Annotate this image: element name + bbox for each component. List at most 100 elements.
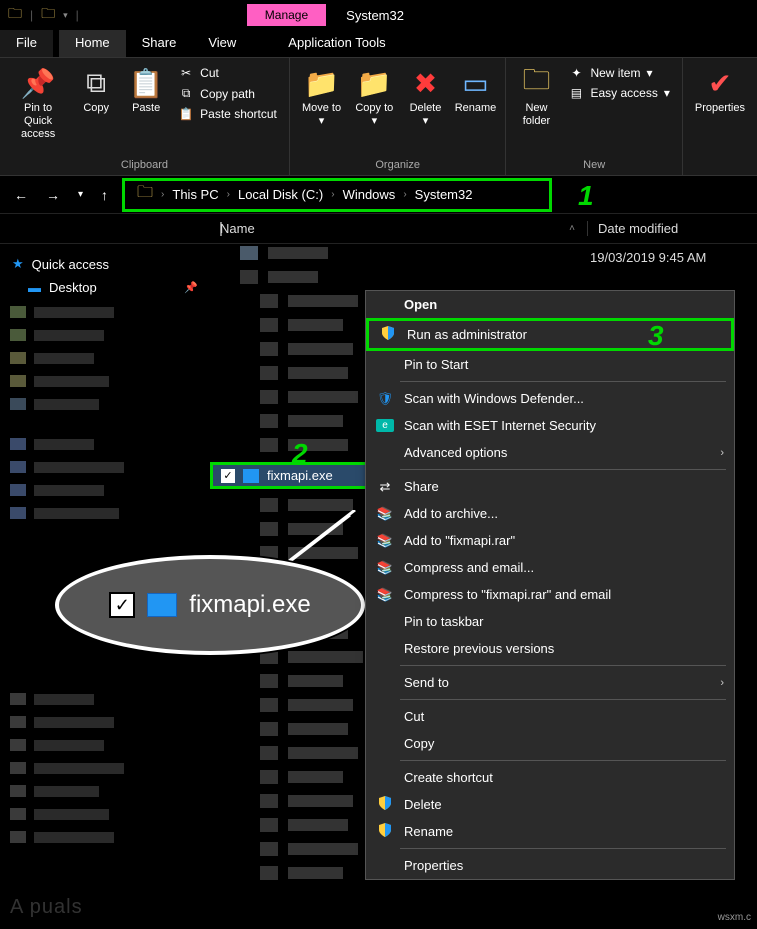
list-item[interactable] — [260, 768, 343, 786]
menu-compress-rar-email[interactable]: 📚Compress to "fixmapi.rar" and email — [366, 581, 734, 608]
chevron-right-icon[interactable]: › — [161, 189, 164, 200]
tab-home[interactable]: Home — [59, 30, 126, 57]
menu-cut[interactable]: Cut — [366, 703, 734, 730]
folder-icon[interactable]: 🗀 — [41, 3, 55, 27]
list-item[interactable] — [240, 244, 328, 262]
menu-create-shortcut[interactable]: Create shortcut — [366, 764, 734, 791]
list-item[interactable] — [10, 371, 200, 391]
pin-icon: 📌 — [21, 66, 56, 100]
menu-advanced-options[interactable]: Advanced options› — [366, 439, 734, 466]
tab-file[interactable]: File — [0, 30, 53, 57]
list-item[interactable] — [10, 348, 200, 368]
menu-send-to[interactable]: Send to› — [366, 669, 734, 696]
copy-to-button[interactable]: 📁 Copy to ▾ — [349, 62, 399, 132]
list-item[interactable] — [260, 696, 353, 714]
menu-restore-versions[interactable]: Restore previous versions — [366, 635, 734, 662]
desktop-item[interactable]: ▬ Desktop 📌 — [10, 276, 200, 299]
file-checkbox[interactable]: ✓ — [221, 469, 235, 483]
breadcrumb-item[interactable]: This PC — [172, 187, 218, 202]
menu-pin-taskbar[interactable]: Pin to taskbar — [366, 608, 734, 635]
address-bar[interactable]: 🗀 › This PC › Local Disk (C:) › Windows … — [122, 178, 552, 212]
forward-button[interactable]: → — [42, 183, 64, 207]
list-item[interactable] — [10, 712, 200, 732]
list-item[interactable] — [260, 672, 343, 690]
list-item[interactable] — [10, 689, 200, 709]
list-item[interactable] — [260, 292, 358, 310]
list-item[interactable] — [260, 816, 348, 834]
cut-button[interactable]: ✂Cut — [174, 64, 281, 82]
menu-open[interactable]: Open — [366, 291, 734, 318]
list-item[interactable] — [10, 302, 200, 322]
selected-file-row[interactable]: ✓ fixmapi.exe — [210, 462, 370, 489]
list-item[interactable] — [260, 840, 358, 858]
file-name: fixmapi.exe — [267, 468, 333, 483]
menu-scan-eset[interactable]: eScan with ESET Internet Security — [366, 412, 734, 439]
tab-application-tools[interactable]: Application Tools — [272, 30, 401, 57]
new-item-button[interactable]: ✦New item ▾ — [564, 64, 673, 82]
tab-view[interactable]: View — [192, 30, 252, 57]
list-item[interactable] — [260, 412, 343, 430]
chevron-right-icon[interactable]: › — [403, 189, 406, 200]
recent-dropdown[interactable]: ▾ — [74, 185, 87, 204]
back-button[interactable]: ← — [10, 183, 32, 207]
list-item[interactable] — [10, 804, 200, 824]
menu-scan-defender[interactable]: 🛡Scan with Windows Defender... — [366, 385, 734, 412]
quick-access-item[interactable]: ★ Quick access — [10, 252, 200, 276]
list-item[interactable] — [10, 434, 200, 454]
manage-contextual-tab[interactable]: Manage — [247, 4, 326, 26]
paste-shortcut-button[interactable]: 📋Paste shortcut — [174, 105, 281, 123]
menu-share[interactable]: ⇄Share — [366, 473, 734, 500]
list-item[interactable] — [10, 325, 200, 345]
list-item[interactable] — [260, 316, 343, 334]
new-folder-button[interactable]: 🗀 New folder — [512, 62, 560, 132]
paste-button[interactable]: 📋 Paste — [122, 62, 170, 119]
list-item[interactable] — [260, 864, 343, 882]
copy-button[interactable]: ⧉ Copy — [72, 62, 120, 119]
new-item-icon: ✦ — [568, 66, 584, 80]
breadcrumb-item[interactable]: Local Disk (C:) — [238, 187, 323, 202]
menu-copy[interactable]: Copy — [366, 730, 734, 757]
tab-share[interactable]: Share — [126, 30, 193, 57]
delete-button[interactable]: ✖ Delete ▾ — [401, 62, 449, 132]
label: Share — [404, 479, 439, 494]
move-to-button[interactable]: 📁 Move to ▾ — [296, 62, 347, 132]
list-item[interactable] — [10, 735, 200, 755]
menu-pin-to-start[interactable]: Pin to Start — [366, 351, 734, 378]
menu-rename[interactable]: Rename — [366, 818, 734, 845]
breadcrumb-item[interactable]: System32 — [415, 187, 473, 202]
menu-add-rar[interactable]: 📚Add to "fixmapi.rar" — [366, 527, 734, 554]
menu-add-archive[interactable]: 📚Add to archive... — [366, 500, 734, 527]
list-item[interactable] — [10, 758, 200, 778]
list-item[interactable] — [260, 744, 358, 762]
easy-access-button[interactable]: ▤Easy access ▾ — [564, 84, 673, 102]
list-item[interactable] — [240, 268, 318, 286]
list-item[interactable] — [10, 781, 200, 801]
menu-run-as-administrator[interactable]: Run as administrator — [366, 318, 734, 351]
list-item[interactable] — [10, 827, 200, 847]
list-item[interactable] — [10, 457, 200, 477]
menu-delete[interactable]: Delete — [366, 791, 734, 818]
list-item[interactable] — [260, 340, 353, 358]
pin-quick-access-button[interactable]: 📌 Pin to Quick access — [6, 62, 70, 145]
chevron-right-icon[interactable]: › — [227, 189, 230, 200]
list-item[interactable] — [10, 480, 200, 500]
qat-dropdown-icon[interactable]: ▾ — [63, 10, 68, 21]
menu-properties[interactable]: Properties — [366, 852, 734, 879]
list-item[interactable] — [260, 648, 363, 666]
copy-path-button[interactable]: ⧉Copy path — [174, 84, 281, 103]
column-name[interactable]: Name — [220, 221, 557, 236]
up-button[interactable]: ↑ — [97, 183, 112, 207]
rename-button[interactable]: ▭ Rename — [451, 62, 499, 119]
breadcrumb-item[interactable]: Windows — [343, 187, 396, 202]
list-item[interactable] — [260, 364, 348, 382]
list-item[interactable] — [260, 388, 358, 406]
menu-compress-email[interactable]: 📚Compress and email... — [366, 554, 734, 581]
list-item[interactable] — [10, 394, 200, 414]
column-date-modified[interactable]: Date modified — [587, 221, 757, 236]
properties-button[interactable]: ✔ Properties — [689, 62, 751, 119]
list-item[interactable] — [10, 503, 200, 523]
list-item[interactable] — [260, 720, 348, 738]
label: Properties — [695, 102, 745, 114]
chevron-right-icon[interactable]: › — [331, 189, 334, 200]
list-item[interactable] — [260, 792, 353, 810]
